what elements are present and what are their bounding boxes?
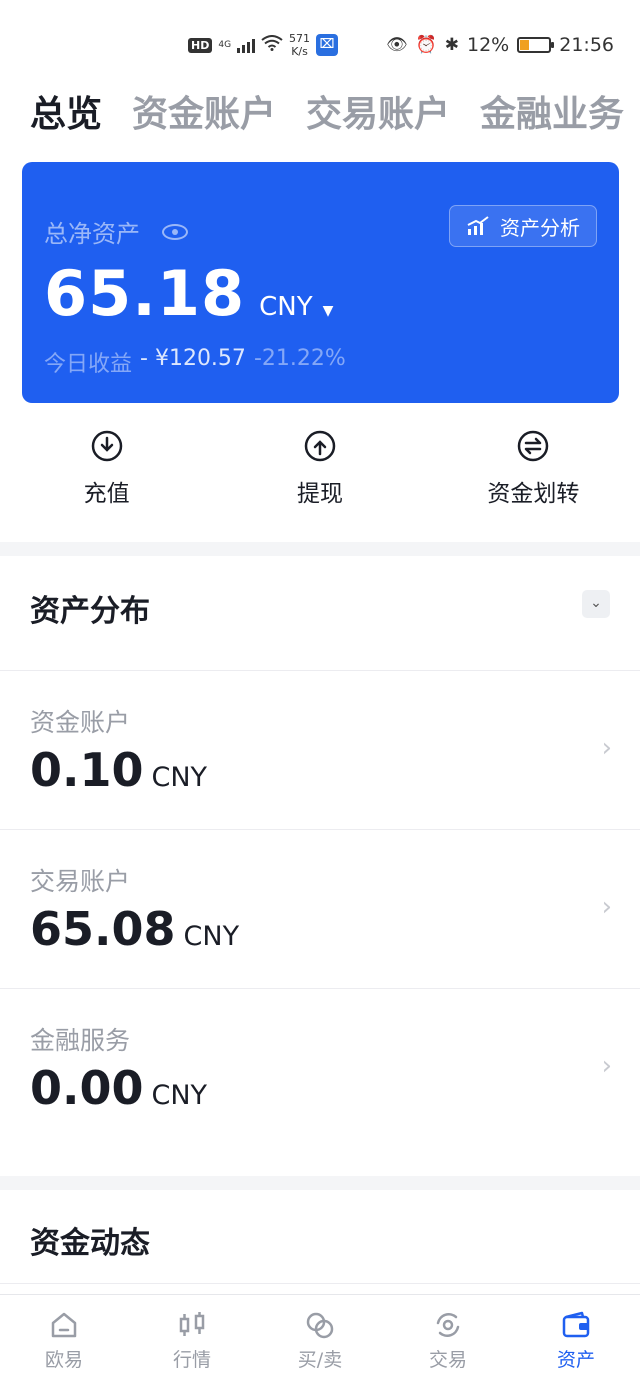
upload-icon (304, 430, 336, 462)
section-divider (0, 1176, 640, 1190)
row-amount: 65.08 (30, 902, 176, 956)
nav-home-label: 欧易 (44, 1349, 83, 1371)
today-pnl-percent: -21.22% (253, 346, 346, 371)
asset-distribution-title: 资产分布 (30, 594, 150, 629)
fund-activity-title: 资金动态 (30, 1226, 150, 1261)
trading-account-row[interactable]: 交易账户 65.08 CNY › (0, 829, 640, 987)
signal-icon (237, 37, 256, 53)
net-asset-label: 总净资产 (44, 220, 140, 248)
transfer-icon (518, 430, 549, 462)
net-asset-card: 总净资产 资产分析 65.18 CNY ▼ 今日收益 - ¥120.57 -21… (22, 162, 619, 403)
eye-icon: 👁 (385, 35, 408, 55)
tab-funding-account[interactable]: 资金账户 (132, 92, 276, 142)
withdraw-button[interactable]: 提现 (213, 430, 426, 530)
row-value: 0.00 CNY (30, 1061, 207, 1115)
chevron-right-icon: › (601, 1051, 612, 1081)
tab-financial-business[interactable]: 金融业务 (480, 92, 624, 142)
row-divider (0, 1283, 640, 1284)
row-value: 0.10 CNY (30, 743, 207, 797)
net-asset-amount-row: 65.18 CNY ▼ (44, 257, 333, 330)
bottom-nav: 欧易 行情 买/卖 交易 资产 (0, 1294, 640, 1387)
dropdown-caret-icon[interactable]: ▼ (323, 303, 334, 319)
download-icon (91, 430, 122, 462)
row-value: 65.08 CNY (30, 902, 239, 956)
status-bar: HD 4G 571 K/s ⌧ 👁 ⏰ ✱ 12% 21:56 (0, 0, 640, 92)
battery-percent: 12% (467, 34, 510, 56)
speed-unit: K/s (291, 45, 308, 58)
nav-assets[interactable]: 资产 (512, 1295, 640, 1387)
row-currency: CNY (151, 1080, 208, 1111)
funding-account-row[interactable]: 资金账户 0.10 CNY › (0, 670, 640, 828)
net-asset-label-row: 总净资产 (44, 214, 188, 249)
trade-icon (436, 1313, 460, 1337)
chevron-right-icon: › (601, 892, 612, 922)
collapse-toggle-button[interactable]: ⌄ (582, 590, 610, 618)
section-divider (0, 542, 640, 556)
bluetooth-icon: ✱ (444, 35, 459, 55)
wallet-icon (562, 1311, 590, 1338)
chevron-right-icon: › (601, 733, 612, 763)
tab-trading-account[interactable]: 交易账户 (306, 92, 450, 142)
app-notification-icon: ⌧ (316, 34, 339, 56)
buy-sell-icon (306, 1312, 334, 1339)
nav-home[interactable]: 欧易 (0, 1295, 128, 1387)
row-label: 金融服务 (30, 1026, 131, 1055)
alarm-icon: ⏰ (415, 35, 437, 55)
currency-selector[interactable]: CNY (259, 292, 313, 322)
chevron-down-icon: ⌄ (590, 595, 602, 611)
wifi-icon (261, 34, 283, 56)
speed-value: 571 (289, 32, 311, 45)
status-right: 👁 ⏰ ✱ 12% 21:56 (386, 34, 614, 56)
financial-services-row[interactable]: 金融服务 0.00 CNY › (0, 988, 640, 1146)
nav-assets-label: 资产 (556, 1349, 595, 1371)
nav-buy-sell[interactable]: 买/卖 (256, 1295, 384, 1387)
deposit-label: 充值 (83, 481, 130, 507)
asset-analysis-label: 资产分析 (500, 215, 580, 240)
withdraw-label: 提现 (296, 481, 343, 507)
nav-markets[interactable]: 行情 (128, 1295, 256, 1387)
transfer-label: 资金划转 (487, 481, 580, 507)
battery-icon (517, 37, 555, 53)
candlestick-icon (179, 1312, 205, 1336)
account-tabs: 总览 资金账户 交易账户 金融业务 (30, 92, 640, 142)
asset-analysis-button[interactable]: 资产分析 (449, 205, 597, 247)
tab-overview[interactable]: 总览 (30, 92, 102, 142)
quick-actions: 充值 提现 资金划转 (0, 430, 640, 530)
network-speed: 571 K/s (289, 32, 310, 58)
visibility-toggle-icon[interactable] (162, 223, 188, 240)
row-amount: 0.00 (30, 1061, 144, 1115)
clock: 21:56 (559, 34, 614, 56)
deposit-button[interactable]: 充值 (0, 430, 213, 530)
row-amount: 0.10 (30, 743, 144, 797)
network-type: 4G (218, 40, 232, 50)
net-asset-amount: 65.18 (44, 257, 246, 330)
nav-trade[interactable]: 交易 (384, 1295, 512, 1387)
nav-markets-label: 行情 (172, 1349, 211, 1371)
today-pnl-label: 今日收益 (44, 352, 133, 377)
row-currency: CNY (151, 762, 208, 793)
home-icon (51, 1312, 77, 1338)
hd-badge: HD (188, 37, 213, 53)
today-pnl-row: 今日收益 - ¥120.57 -21.22% (44, 346, 346, 378)
today-pnl-value: - ¥120.57 (140, 346, 246, 371)
row-label: 交易账户 (30, 867, 131, 896)
transfer-button[interactable]: 资金划转 (427, 430, 640, 530)
nav-buy-sell-label: 买/卖 (297, 1349, 343, 1371)
status-left: HD 4G 571 K/s ⌧ (188, 32, 339, 58)
nav-trade-label: 交易 (428, 1349, 467, 1371)
row-label: 资金账户 (30, 708, 131, 737)
row-currency: CNY (183, 921, 240, 952)
chart-icon (467, 216, 489, 235)
